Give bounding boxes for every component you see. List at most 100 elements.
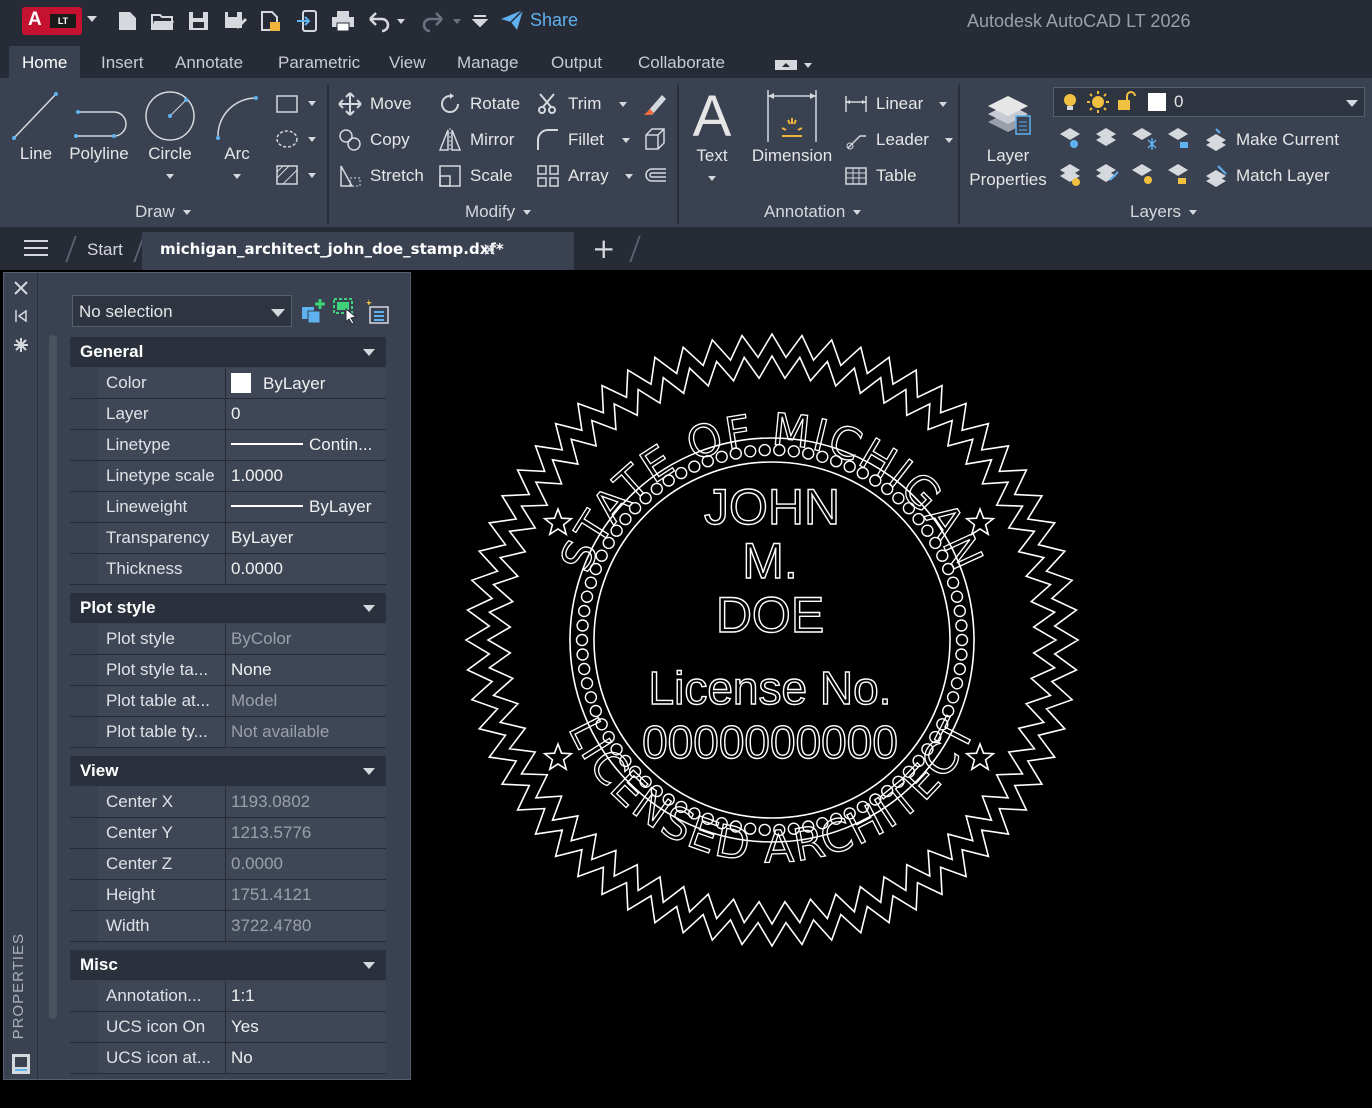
linear-dropdown-icon[interactable]: [939, 101, 948, 107]
circle-button[interactable]: Circle: [142, 88, 198, 184]
save-icon[interactable]: [186, 9, 212, 33]
polyline-button[interactable]: Polyline: [68, 88, 130, 164]
array-dropdown-icon[interactable]: [624, 173, 633, 179]
property-row[interactable]: Linetype scale 1.0000: [70, 461, 386, 492]
property-value[interactable]: 0: [226, 399, 386, 429]
undo-icon[interactable]: [366, 9, 392, 33]
layer-properties-button[interactable]: Layer Properties: [966, 86, 1050, 190]
property-value[interactable]: ByLayer: [226, 368, 386, 398]
property-value[interactable]: ByColor: [226, 624, 386, 654]
new-tab-icon[interactable]: +: [592, 232, 615, 265]
property-value[interactable]: 0.0000: [226, 554, 386, 584]
property-row[interactable]: Plot style ByColor: [70, 624, 386, 655]
tab-collaborate[interactable]: Collaborate: [638, 53, 725, 73]
property-value[interactable]: No: [226, 1043, 386, 1073]
layer-tools-grid[interactable]: [1056, 126, 1196, 190]
open-web-mobile-icon[interactable]: [258, 9, 284, 33]
stretch-button[interactable]: Stretch: [338, 164, 424, 188]
fillet-dropdown-icon[interactable]: [621, 137, 630, 143]
layer-dropdown[interactable]: 0: [1053, 87, 1365, 117]
modify-panel-title[interactable]: Modify: [465, 202, 532, 222]
property-row[interactable]: Width 3722.4780: [70, 911, 386, 942]
linear-button[interactable]: Linear: [844, 92, 948, 116]
auto-hide-icon[interactable]: [13, 308, 29, 324]
fillet-button[interactable]: Fillet: [536, 128, 630, 152]
application-menu-button[interactable]: A LT: [22, 7, 82, 35]
section-general[interactable]: General: [70, 337, 386, 367]
property-value[interactable]: 1193.0802: [226, 787, 386, 817]
collapse-arrow-icon[interactable]: [363, 605, 375, 612]
redo-dropdown-icon[interactable]: [450, 9, 464, 33]
dimension-button[interactable]: Dimension: [748, 86, 836, 166]
property-row[interactable]: Linetype Contin...: [70, 430, 386, 461]
collapse-arrow-icon[interactable]: [363, 962, 375, 969]
section-plot-style[interactable]: Plot style: [70, 593, 386, 623]
hamburger-menu-icon[interactable]: [24, 240, 48, 258]
property-row[interactable]: Plot table ty... Not available: [70, 717, 386, 748]
offset-icon[interactable]: [642, 163, 668, 189]
share-button[interactable]: Share: [500, 9, 578, 31]
palette-title-strip[interactable]: PROPERTIES: [4, 273, 38, 1079]
property-value[interactable]: Not available: [226, 717, 386, 747]
move-button[interactable]: Move: [338, 92, 412, 116]
match-layer-button[interactable]: Match Layer: [1204, 164, 1330, 188]
mirror-button[interactable]: Mirror: [438, 128, 514, 152]
open-folder-icon[interactable]: [150, 9, 176, 33]
erase-icon[interactable]: [642, 91, 668, 117]
property-row[interactable]: Color ByLayer: [70, 368, 386, 399]
property-row[interactable]: UCS icon at... No: [70, 1043, 386, 1074]
property-row[interactable]: Lineweight ByLayer: [70, 492, 386, 523]
tab-annotate[interactable]: Annotate: [175, 53, 243, 73]
property-value[interactable]: ByLayer: [226, 523, 386, 553]
table-button[interactable]: Table: [844, 164, 917, 188]
draw-small-tools[interactable]: [274, 92, 322, 192]
palette-settings-icon[interactable]: [13, 337, 29, 353]
property-value[interactable]: 1.0000: [226, 461, 386, 491]
toggle-pickadd-icon[interactable]: [300, 297, 328, 325]
close-palette-icon[interactable]: [13, 280, 29, 296]
property-row[interactable]: Center Z 0.0000: [70, 849, 386, 880]
trim-button[interactable]: Trim: [536, 92, 628, 116]
property-row[interactable]: Plot table at... Model: [70, 686, 386, 717]
collapse-arrow-icon[interactable]: [363, 768, 375, 775]
scale-button[interactable]: Scale: [438, 164, 513, 188]
drawing-canvas[interactable]: STATE OF MICHIGAN LICENSED ARCHITECT JOH…: [412, 270, 1372, 1108]
property-value[interactable]: Contin...: [226, 430, 386, 460]
trim-dropdown-icon[interactable]: [619, 101, 628, 107]
circle-dropdown-icon[interactable]: [166, 174, 174, 179]
property-value[interactable]: 3722.4780: [226, 911, 386, 941]
tab-view[interactable]: View: [389, 53, 426, 73]
section-view[interactable]: View: [70, 756, 386, 786]
property-row[interactable]: UCS icon On Yes: [70, 1012, 386, 1043]
property-value[interactable]: ByLayer: [226, 492, 386, 522]
property-value[interactable]: 0.0000: [226, 849, 386, 879]
tab-insert[interactable]: Insert: [101, 53, 144, 73]
customize-qat-icon[interactable]: [470, 9, 490, 33]
tab-start[interactable]: Start: [87, 240, 123, 260]
selection-dropdown[interactable]: No selection: [72, 295, 292, 327]
array-button[interactable]: Array: [536, 164, 633, 188]
property-value[interactable]: 1751.4121: [226, 880, 386, 910]
close-tab-icon[interactable]: ✕: [482, 240, 497, 261]
quick-select-icon[interactable]: [364, 297, 392, 325]
leader-button[interactable]: Leader: [844, 128, 953, 152]
plot-icon[interactable]: [330, 9, 356, 33]
property-value[interactable]: Model: [226, 686, 386, 716]
layers-panel-title[interactable]: Layers: [1130, 202, 1198, 222]
property-row[interactable]: Thickness 0.0000: [70, 554, 386, 585]
tab-parametric[interactable]: Parametric: [278, 53, 360, 73]
tab-output[interactable]: Output: [551, 53, 602, 73]
property-value[interactable]: None: [226, 655, 386, 685]
ribbon-minimize-icon[interactable]: [774, 58, 814, 72]
save-as-icon[interactable]: [222, 9, 248, 33]
text-dropdown-icon[interactable]: [708, 176, 716, 181]
undo-dropdown-icon[interactable]: [394, 9, 408, 33]
new-file-icon[interactable]: [115, 9, 141, 33]
arc-dropdown-icon[interactable]: [233, 174, 241, 179]
arc-button[interactable]: Arc: [212, 88, 262, 184]
app-menu-dropdown-icon[interactable]: [86, 14, 98, 24]
property-row[interactable]: Layer 0: [70, 399, 386, 430]
property-row[interactable]: Annotation... 1:1: [70, 981, 386, 1012]
explode-icon[interactable]: [642, 127, 668, 153]
leader-dropdown-icon[interactable]: [944, 137, 953, 143]
